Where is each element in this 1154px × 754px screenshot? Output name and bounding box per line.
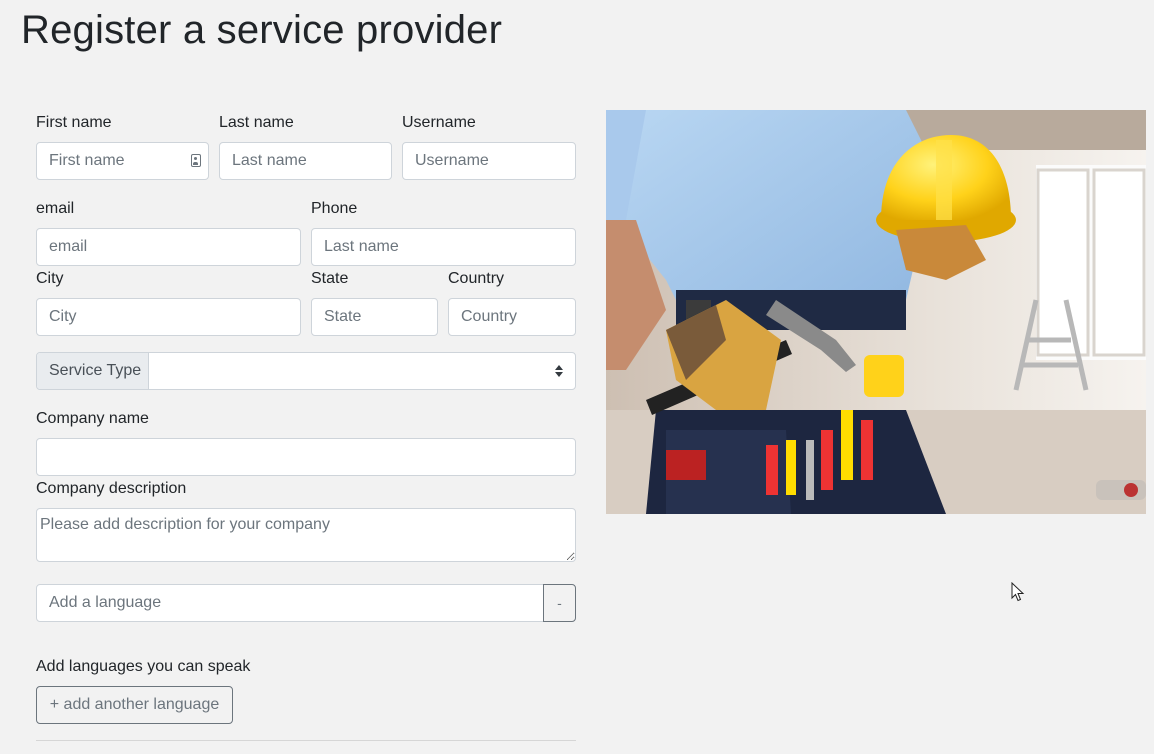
country-label: Country [448, 270, 505, 287]
phone-label: Phone [311, 200, 358, 217]
worker-photo [606, 110, 1146, 514]
form-divider [36, 740, 576, 741]
state-input[interactable] [311, 298, 438, 336]
mouse-cursor-icon [1011, 582, 1025, 602]
state-label: State [311, 270, 349, 287]
company-name-label: Company name [36, 410, 149, 427]
first-name-label: First name [36, 114, 112, 131]
languages-section-label: Add languages you can speak [36, 658, 251, 675]
company-description-textarea[interactable] [36, 508, 576, 562]
company-description-label: Company description [36, 480, 187, 497]
contact-card-icon[interactable] [191, 154, 201, 167]
city-label: City [36, 270, 64, 287]
first-name-input[interactable] [36, 142, 209, 180]
country-input[interactable] [448, 298, 576, 336]
language-input-group: - [36, 584, 576, 622]
page-title: Register a service provider [21, 8, 503, 52]
email-input[interactable] [36, 228, 301, 266]
language-input[interactable] [36, 584, 544, 622]
username-input[interactable] [402, 142, 576, 180]
city-input[interactable] [36, 298, 301, 336]
email-label: email [36, 200, 75, 217]
registration-page: Register a service provider First name L… [0, 0, 1154, 754]
last-name-label: Last name [219, 114, 294, 131]
last-name-input[interactable] [219, 142, 392, 180]
service-type-select[interactable] [149, 353, 575, 389]
add-language-button[interactable]: + add another language [36, 686, 233, 724]
company-name-input[interactable] [36, 438, 576, 476]
remove-language-button[interactable]: - [543, 584, 576, 622]
select-arrows-icon [555, 365, 563, 377]
service-type-group: Service Type [36, 352, 576, 390]
username-label: Username [402, 114, 476, 131]
service-type-label: Service Type [37, 353, 149, 389]
phone-input[interactable] [311, 228, 576, 266]
